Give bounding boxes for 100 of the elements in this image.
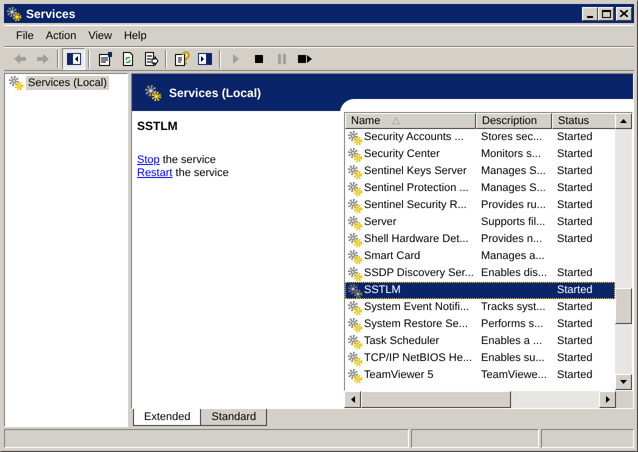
tree-item[interactable]: Services (Local) xyxy=(26,76,109,90)
table-cell: Performs s... xyxy=(481,318,544,330)
table-cell: Started xyxy=(557,199,592,212)
up-arrow-icon xyxy=(620,119,627,123)
table-cell-text: SSDP Discovery Ser... xyxy=(364,266,474,282)
back-arrow-icon xyxy=(12,51,28,67)
action-link[interactable]: Stop xyxy=(137,154,160,166)
vertical-scrollbar[interactable] xyxy=(615,113,632,390)
table-row[interactable]: TeamViewer 5 TeamViewe... Started xyxy=(345,367,615,384)
menu-item[interactable]: Action xyxy=(40,27,82,45)
table-cell: Manages S... xyxy=(481,165,546,178)
left-arrow-icon xyxy=(350,396,354,403)
table-cell: Started xyxy=(557,233,592,246)
table-cell-text: Security Accounts ... xyxy=(364,130,464,146)
table-row[interactable]: SSTLM Started xyxy=(345,282,615,299)
panel-icon xyxy=(66,51,82,67)
table-cell: Started xyxy=(557,369,592,382)
forward-arrow-icon xyxy=(34,51,50,67)
tab[interactable]: Standard xyxy=(200,409,268,426)
gears-icon xyxy=(347,282,363,298)
panel-title: Services (Local) xyxy=(169,84,262,102)
table-cell: Started xyxy=(557,335,592,348)
scroll-up-button[interactable] xyxy=(615,113,632,129)
column-header[interactable]: Status xyxy=(552,113,615,129)
gears-icon xyxy=(347,146,363,162)
table-cell: Started xyxy=(557,301,592,314)
table-cell: Enables dis... xyxy=(481,267,548,280)
table-row[interactable]: Security Center Monitors s... Started xyxy=(345,146,615,163)
gears-icon xyxy=(347,266,363,282)
table-cell: Started xyxy=(557,352,592,364)
table-row[interactable]: SSDP Discovery Ser... Enables dis... Started xyxy=(345,265,615,282)
table-cell: Started xyxy=(557,148,592,160)
gears-icon xyxy=(347,350,363,366)
table-cell: Enables a ... xyxy=(481,335,542,348)
table-cell-text: Sentinel Security R... xyxy=(364,198,467,214)
table-cell: Started xyxy=(557,318,592,330)
toolbar-button[interactable] xyxy=(62,48,85,70)
table-cell: Monitors s... xyxy=(481,148,541,160)
table-cell-text: TeamViewer 5 xyxy=(364,368,434,384)
table-row[interactable]: Sentinel Keys Server Manages S... Started xyxy=(345,163,615,180)
table-row[interactable]: Sentinel Security R... Provides ru... Started xyxy=(345,197,615,214)
table-cell-text: SSTLM xyxy=(364,283,401,298)
table-cell: Enables su... xyxy=(481,352,545,364)
table-row[interactable]: Shell Hardware Det... Provides n... Started xyxy=(345,231,615,248)
table-row[interactable]: Server Supports fil... Started xyxy=(345,214,615,231)
gears-icon xyxy=(347,334,363,350)
table-row[interactable]: Sentinel Protection ... Manages S... Started xyxy=(345,180,615,197)
table-cell-text: Sentinel Protection ... xyxy=(364,181,469,196)
gears-icon xyxy=(347,198,363,214)
table-cell: Supports fil... xyxy=(481,216,546,228)
table-cell: Started xyxy=(557,182,592,194)
table-cell-text: System Event Notifi... xyxy=(364,300,470,316)
tab[interactable]: Extended xyxy=(133,409,202,426)
gears-icon xyxy=(347,248,363,264)
scroll-down-button[interactable] xyxy=(615,374,632,390)
table-cell-text: System Restore Se... xyxy=(364,317,468,332)
column-header[interactable]: Name xyxy=(345,113,476,129)
menu-item[interactable]: Help xyxy=(118,27,153,45)
menu-item[interactable]: File xyxy=(10,27,40,45)
help-icon xyxy=(174,51,190,67)
table-row[interactable]: Smart Card Manages a... xyxy=(345,248,615,265)
table-row[interactable]: System Restore Se... Performs s... Started xyxy=(345,316,615,333)
action-link[interactable]: Restart xyxy=(137,167,172,179)
gears-icon xyxy=(6,6,22,22)
scroll-thumb[interactable] xyxy=(615,288,632,324)
table-cell-text: TCP/IP NetBIOS He... xyxy=(364,351,472,366)
table-cell: Stores sec... xyxy=(481,131,542,144)
table-row[interactable]: Security Accounts ... Stores sec... Started xyxy=(345,129,615,146)
table-cell: Started xyxy=(557,165,592,178)
table-cell: Provides ru... xyxy=(481,199,546,212)
gears-icon xyxy=(347,214,363,230)
right-arrow-icon xyxy=(606,396,610,403)
gears-icon xyxy=(144,84,162,102)
scroll-thumb[interactable] xyxy=(361,391,511,408)
table-cell-text: Smart Card xyxy=(364,249,420,264)
menu-item[interactable]: View xyxy=(82,27,118,45)
horizontal-scrollbar[interactable] xyxy=(344,391,616,408)
down-arrow-icon xyxy=(620,380,627,384)
table-row[interactable]: TCP/IP NetBIOS He... Enables su... Started xyxy=(345,350,615,367)
scroll-left-button[interactable] xyxy=(344,391,361,408)
action-text: Restart the service xyxy=(137,167,230,180)
maximize-button[interactable] xyxy=(598,6,614,20)
table-row[interactable]: System Event Notifi... Tracks syst... Started xyxy=(345,299,615,316)
close-button[interactable] xyxy=(616,6,632,20)
close-icon xyxy=(620,10,628,17)
table-cell: Started xyxy=(557,267,592,280)
table-cell: TeamViewe... xyxy=(481,369,547,382)
table-cell: Started xyxy=(557,216,592,228)
column-header[interactable]: Description xyxy=(476,113,552,129)
table-row[interactable]: Task Scheduler Enables a ... Started xyxy=(345,333,615,350)
gears-icon xyxy=(347,368,363,384)
table-cell-text: Server xyxy=(364,215,396,230)
gears-icon xyxy=(347,180,363,196)
properties-icon xyxy=(96,51,112,67)
minimize-button[interactable] xyxy=(582,6,598,20)
scrollbar-corner xyxy=(616,391,633,408)
table-cell-text: Task Scheduler xyxy=(364,334,440,350)
panel-icon xyxy=(196,51,212,67)
table-cell-text: Security Center xyxy=(364,147,440,162)
scroll-right-button[interactable] xyxy=(599,391,616,408)
